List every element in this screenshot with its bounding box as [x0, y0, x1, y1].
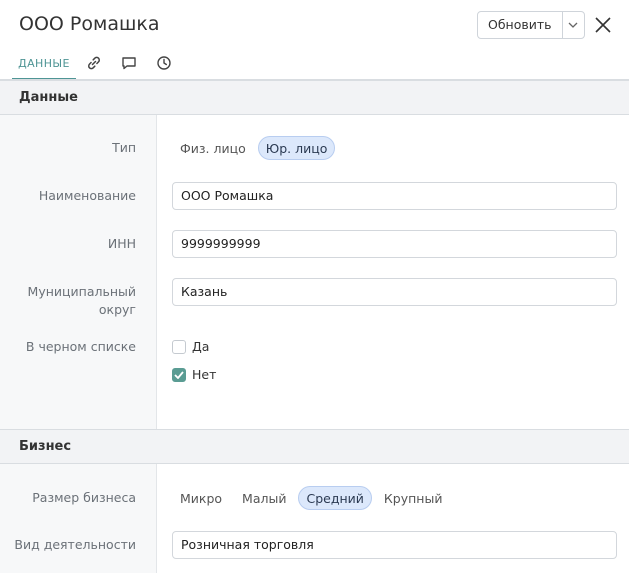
type-selector: Физ. лицо Юр. лицо — [172, 136, 336, 160]
activity-label: Вид деятельности — [14, 537, 136, 552]
chevron-down-icon — [568, 22, 578, 28]
inn-label: ИНН — [107, 236, 136, 251]
checkbox-yes[interactable] — [172, 339, 186, 354]
tab-data[interactable]: ДАННЫЕ — [12, 46, 76, 80]
close-button[interactable] — [594, 16, 612, 34]
history-clock-icon — [156, 56, 171, 70]
district-field[interactable]: Казань — [172, 278, 617, 306]
dialog-header: ООО Ромашка Обновить ДАННЫЕ — [0, 0, 629, 80]
tab-links[interactable] — [76, 46, 111, 80]
checkmark-icon — [174, 370, 184, 379]
activity-field[interactable]: Розничная торговля — [172, 531, 617, 559]
type-option-individual[interactable]: Физ. лицо — [172, 136, 254, 160]
district-label: Муниципальный округ — [27, 284, 136, 317]
refresh-split-button: Обновить — [477, 11, 585, 39]
size-option-small[interactable]: Малый — [234, 486, 294, 510]
link-icon — [87, 56, 100, 70]
tab-history[interactable] — [146, 46, 181, 80]
blacklist-label: В черном списке — [25, 339, 136, 354]
size-option-large[interactable]: Крупный — [376, 486, 451, 510]
name-label: Наименование — [38, 188, 136, 203]
size-option-medium[interactable]: Средний — [298, 486, 372, 510]
comment-icon — [121, 57, 136, 70]
business-size-selector: Микро Малый Средний Крупный — [172, 486, 450, 510]
page-title: ООО Ромашка — [19, 13, 160, 35]
checkbox-yes-label: Да — [192, 339, 210, 354]
refresh-dropdown-button[interactable] — [563, 12, 584, 38]
close-icon — [595, 17, 611, 33]
type-label: Тип — [112, 140, 136, 155]
checkbox-no[interactable] — [172, 367, 186, 382]
labels-column — [0, 464, 157, 573]
name-field[interactable]: ООО Ромашка — [172, 182, 617, 210]
section-header-business: Бизнес — [0, 429, 629, 464]
size-option-micro[interactable]: Микро — [172, 486, 230, 510]
section-title: Бизнес — [19, 439, 72, 454]
business-size-label: Размер бизнеса — [32, 490, 136, 505]
checkbox-no-label: Нет — [192, 367, 217, 382]
blacklist-option-yes[interactable]: Да — [172, 339, 209, 354]
inn-field[interactable]: 9999999999 — [172, 230, 617, 258]
refresh-button[interactable]: Обновить — [478, 12, 563, 38]
tab-comments[interactable] — [111, 46, 146, 80]
type-option-legal-entity[interactable]: Юр. лицо — [257, 136, 336, 160]
section-header-data: Данные — [0, 80, 629, 115]
blacklist-option-no[interactable]: Нет — [172, 367, 216, 382]
tab-bar: ДАННЫЕ — [12, 46, 181, 80]
labels-column — [0, 115, 157, 430]
section-title: Данные — [19, 90, 78, 105]
